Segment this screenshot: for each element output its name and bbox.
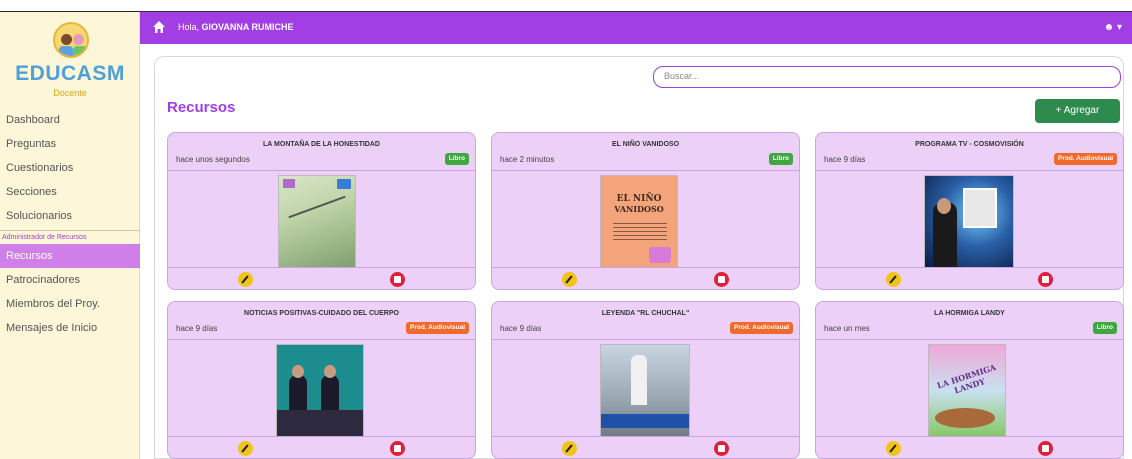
resource-card: LA MONTAÑA DE LA HONESTIDAD hace unos se… <box>167 132 476 290</box>
user-name: GIOVANNA RUMICHE <box>201 22 294 32</box>
app-root: EDUCASM Docente Dashboard Preguntas Cues… <box>0 0 1132 459</box>
type-badge: Prod. Audiovisual <box>1053 153 1117 165</box>
card-time: hace unos segundos <box>176 155 250 164</box>
search-input[interactable]: Buscar... <box>653 66 1121 88</box>
card-title: PROGRAMA TV - COSMOVISIÓN <box>915 141 1024 148</box>
home-icon[interactable] <box>152 20 166 34</box>
edit-button[interactable] <box>886 441 901 456</box>
edit-button[interactable] <box>238 272 253 287</box>
card-time: hace 9 días <box>500 324 542 333</box>
card-footer <box>492 436 799 458</box>
resource-thumbnail <box>924 175 1014 268</box>
type-badge: Prod. Audiovisual <box>405 322 469 334</box>
sidebar-item-solucionarios[interactable]: Solucionarios <box>0 204 140 228</box>
divider <box>168 339 475 340</box>
logo-icon <box>53 22 89 58</box>
card-time: hace 2 minutos <box>500 155 555 164</box>
card-footer <box>168 267 475 289</box>
resource-thumbnail: EL NIÑO VANIDOSO <box>600 175 678 268</box>
card-title: LA HORMIGA LANDY <box>934 310 1005 317</box>
card-footer <box>492 267 799 289</box>
sidebar-item-patrocinadores[interactable]: Patrocinadores <box>0 268 140 292</box>
edit-button[interactable] <box>886 272 901 287</box>
main-panel: Buscar... Recursos + Agregar LA MONTAÑA … <box>154 56 1124 459</box>
delete-button[interactable] <box>1038 441 1053 456</box>
divider <box>816 170 1123 171</box>
card-footer <box>168 436 475 458</box>
resource-card: PROGRAMA TV - COSMOVISIÓN hace 9 días Pr… <box>815 132 1124 290</box>
card-title: EL NIÑO VANIDOSO <box>611 141 680 148</box>
edit-button[interactable] <box>562 441 577 456</box>
sidebar-item-secciones[interactable]: Secciones <box>0 180 140 204</box>
greeting: Hola, GIOVANNA RUMICHE <box>178 22 294 32</box>
card-time: hace 9 días <box>824 155 866 164</box>
resource-card: LEYENDA "RL CHUCHAL" hace 9 días Prod. A… <box>491 301 800 459</box>
brand-role: Docente <box>53 88 87 98</box>
type-badge: Libro <box>1092 322 1117 334</box>
delete-button[interactable] <box>714 441 729 456</box>
type-badge: Prod. Audiovisual <box>729 322 793 334</box>
delete-button[interactable] <box>1038 272 1053 287</box>
resource-thumbnail: LA HORMIGA LANDY <box>928 344 1006 437</box>
cover-title-2: VANIDOSO <box>614 204 664 214</box>
delete-button[interactable] <box>390 441 405 456</box>
card-title: NOTICIAS POSITIVAS-CUIDADO DEL CUERPO <box>244 310 399 317</box>
divider <box>492 170 799 171</box>
resource-thumbnail <box>276 344 364 437</box>
delete-button[interactable] <box>714 272 729 287</box>
top-header: Hola, GIOVANNA RUMICHE ☻ ▾ <box>140 12 1132 44</box>
resource-card: NOTICIAS POSITIVAS-CUIDADO DEL CUERPO ha… <box>167 301 476 459</box>
sidebar-item-recursos[interactable]: Recursos <box>0 244 140 268</box>
type-badge: Libro <box>444 153 469 165</box>
greeting-text: Hola, <box>178 22 200 32</box>
card-title: LEYENDA "RL CHUCHAL" <box>601 310 690 317</box>
resource-card: EL NIÑO VANIDOSO hace 2 minutos Libro EL… <box>491 132 800 290</box>
resource-card: LA HORMIGA LANDY hace un mes Libro LA HO… <box>815 301 1124 459</box>
sidebar-item-mensajes[interactable]: Mensajes de Inicio <box>0 316 140 340</box>
cover-title: LA HORMIGA LANDY <box>935 361 998 396</box>
sidebar: EDUCASM Docente Dashboard Preguntas Cues… <box>0 0 140 459</box>
sidebar-section-label: Administrador de Recursos <box>0 230 140 244</box>
card-title: LA MONTAÑA DE LA HONESTIDAD <box>263 141 380 148</box>
sidebar-item-cuestionarios[interactable]: Cuestionarios <box>0 156 140 180</box>
resource-thumbnail <box>600 344 690 437</box>
divider <box>816 339 1123 340</box>
divider <box>168 170 475 171</box>
brand-name: EDUCASM <box>15 62 125 85</box>
resource-thumbnail <box>278 175 356 268</box>
cover-title-1: EL NIÑO <box>616 194 662 204</box>
user-menu-icon[interactable]: ☻ ▾ <box>1104 22 1122 33</box>
edit-button[interactable] <box>238 441 253 456</box>
card-time: hace un mes <box>824 324 870 333</box>
divider <box>492 339 799 340</box>
top-strip <box>140 0 1132 12</box>
add-button[interactable]: + Agregar <box>1035 99 1120 123</box>
delete-button[interactable] <box>390 272 405 287</box>
card-footer <box>816 436 1123 458</box>
sidebar-item-preguntas[interactable]: Preguntas <box>0 132 140 156</box>
sidebar-nav: Dashboard Preguntas Cuestionarios Seccio… <box>0 108 140 340</box>
type-badge: Libro <box>768 153 793 165</box>
card-time: hace 9 días <box>176 324 218 333</box>
sidebar-item-miembros[interactable]: Miembros del Proy. <box>0 292 140 316</box>
sidebar-top-strip <box>0 0 140 12</box>
edit-button[interactable] <box>562 272 577 287</box>
card-footer <box>816 267 1123 289</box>
sidebar-item-dashboard[interactable]: Dashboard <box>0 108 140 132</box>
page-title: Recursos <box>167 99 236 116</box>
